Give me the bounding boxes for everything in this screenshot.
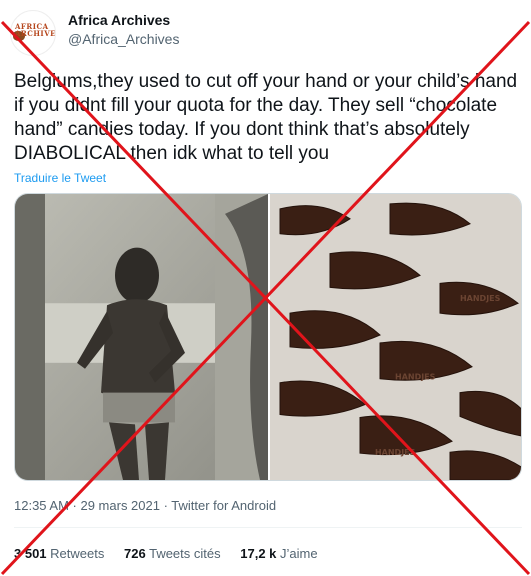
likes-label: J’aime <box>280 546 318 561</box>
author-display-name[interactable]: Africa Archives <box>68 12 170 28</box>
tweet-media[interactable]: HANDJES HANDJES HANDJES <box>14 193 522 481</box>
author-handle[interactable]: @Africa_Archives <box>68 31 179 47</box>
chocolate-hands-photo[interactable]: HANDJES HANDJES HANDJES <box>270 194 522 480</box>
quote-tweets-stat[interactable]: 726 Tweets cités <box>124 546 221 561</box>
translate-tweet-link[interactable]: Traduire le Tweet <box>14 171 106 185</box>
retweets-count: 3 501 <box>14 546 47 561</box>
quote-tweets-label: Tweets cités <box>149 546 221 561</box>
candy-label: HANDJES <box>395 373 436 382</box>
avatar-logo-text: AFRICA ARCHIVES <box>15 22 56 38</box>
quote-tweets-count: 726 <box>124 546 146 561</box>
candy-label: HANDJES <box>460 294 501 303</box>
retweets-label: Retweets <box>50 546 105 561</box>
tweet-card: AFRICA ARCHIVES Africa Archives @Africa_… <box>0 0 531 576</box>
retweets-stat[interactable]: 3 501 Retweets <box>14 546 104 561</box>
divider <box>14 527 522 528</box>
likes-count: 17,2 k <box>240 546 277 561</box>
tweet-text: Belgiums,they used to cut off your hand … <box>14 71 518 164</box>
historical-photo[interactable] <box>15 194 268 480</box>
likes-stat[interactable]: 17,2 k J’aime <box>240 546 317 561</box>
candy-label: HANDJES <box>375 448 416 457</box>
tweet-timestamp[interactable]: 12:35 AM · 29 mars 2021 · Twitter for An… <box>14 498 276 513</box>
avatar[interactable]: AFRICA ARCHIVES <box>10 10 56 56</box>
tweet-stats: 3 501 Retweets 726 Tweets cités 17,2 k J… <box>14 546 334 561</box>
